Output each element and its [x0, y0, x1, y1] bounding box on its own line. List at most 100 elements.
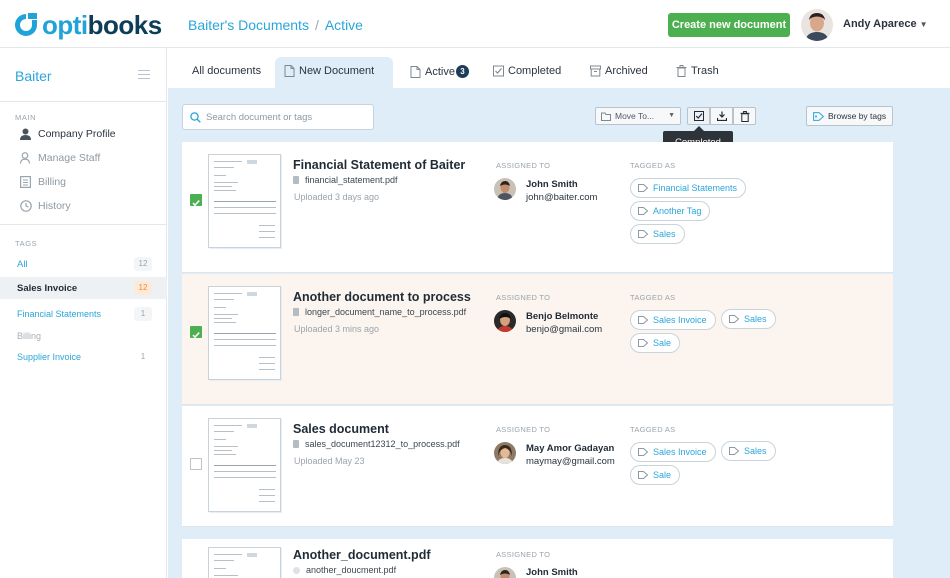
breadcrumb-root[interactable]: Baiter's Documents [188, 17, 309, 33]
sidebar-tag-all[interactable]: All 12 [0, 253, 167, 275]
user-icon [19, 127, 32, 140]
document-title[interactable]: Another document to process [293, 290, 471, 304]
assignee-email: john@baiter.com [526, 192, 598, 203]
document-tag[interactable]: Sale [630, 465, 681, 485]
check-square-icon [693, 111, 704, 121]
assignee-avatar [494, 567, 516, 578]
document-thumbnail[interactable] [208, 154, 281, 248]
tab-label: Completed [508, 65, 562, 77]
sidebar-tag-supplier-invoice[interactable]: Supplier Invoice 1 [0, 346, 167, 368]
assigned-to-header: ASSIGNED TO [496, 161, 551, 170]
user-menu[interactable]: Andy Aparece ▼ [843, 18, 927, 30]
filename-text: longer_document_name_to_process.pdf [305, 307, 467, 317]
caret-down-icon: ▼ [919, 20, 928, 29]
sidebar-tag-financial-statements[interactable]: Financial Statements 1 [0, 303, 167, 325]
document-list-panel: Search document or tags Move To... ▼ Com… [168, 88, 950, 578]
document-tag[interactable]: Sales [721, 441, 776, 461]
trash-icon [676, 65, 687, 77]
delete-button[interactable] [733, 107, 756, 125]
sidebar-item-company-profile[interactable]: Company Profile [19, 127, 116, 140]
document-thumbnail[interactable] [208, 286, 281, 380]
sidebar-item-manage-staff[interactable]: Manage Staff [19, 151, 100, 164]
breadcrumb-separator: / [314, 17, 319, 33]
document-tag[interactable]: Sales Invoice [630, 310, 716, 330]
upload-time: Uploaded 3 mins ago [294, 324, 380, 334]
search-placeholder: Search document or tags [206, 111, 313, 123]
sidebar-tag-count: 12 [134, 257, 152, 271]
tag-label: Another Tag [653, 206, 702, 216]
document-title[interactable]: Financial Statement of Baiter [293, 158, 465, 172]
file-icon [410, 65, 421, 78]
sidebar-section-main: MAIN [15, 113, 37, 122]
document-row[interactable]: Another_document.pdf another_doucment.pd… [182, 539, 893, 578]
check-square-icon [493, 65, 504, 77]
document-row[interactable]: Sales document sales_document12312_to_pr… [182, 406, 893, 527]
upload-time: Uploaded 3 days ago [294, 192, 380, 202]
logo-text: optibooks [42, 9, 162, 40]
tab-trash[interactable]: Trash [676, 65, 719, 77]
tag-label: Financial Statements [653, 183, 738, 193]
document-tag[interactable]: Another Tag [630, 201, 711, 221]
move-to-dropdown[interactable]: Move To... ▼ [595, 107, 681, 125]
assignee-name: Benjo Belmonte [526, 311, 599, 322]
document-tag[interactable]: Financial Statements [630, 178, 747, 198]
download-icon [716, 111, 727, 121]
file-icon [293, 308, 299, 316]
document-tabs: All documents New Document Active 3 Comp… [168, 48, 950, 88]
breadcrumb: Baiter's Documents / Active [188, 17, 363, 33]
user-avatar[interactable] [801, 9, 833, 41]
staff-icon [19, 151, 32, 164]
document-thumbnail[interactable] [208, 418, 281, 512]
file-icon [284, 65, 295, 77]
document-tag[interactable]: Sales Invoice [630, 442, 716, 462]
document-checkbox[interactable] [190, 194, 202, 207]
assignee-email: benjo@gmail.com [526, 324, 603, 335]
sidebar-tag-sales-invoice[interactable]: Sales Invoice 12 [0, 277, 167, 299]
tagged-as-header: TAGGED AS [630, 161, 676, 170]
archive-icon [590, 65, 601, 77]
sidebar-item-billing[interactable]: Billing [19, 175, 66, 188]
create-document-button[interactable]: Create new document [668, 13, 790, 37]
document-tag[interactable]: Sales [721, 309, 776, 329]
assignee-avatar [494, 178, 516, 200]
file-icon [293, 176, 299, 184]
tag-label: Sales Invoice [653, 447, 707, 457]
document-title[interactable]: Another_document.pdf [293, 548, 431, 562]
tag-icon [638, 448, 648, 456]
sidebar-tag-billing[interactable]: Billing [0, 325, 167, 347]
search-input[interactable]: Search document or tags [182, 104, 374, 130]
document-row[interactable]: Another document to process longer_docum… [182, 274, 893, 405]
tab-new-document[interactable]: New Document [284, 65, 374, 77]
document-tag[interactable]: Sales [630, 224, 685, 244]
document-thumbnail[interactable] [208, 547, 281, 578]
assignee-avatar [494, 310, 516, 332]
browse-by-tags-button[interactable]: Browse by tags [806, 106, 893, 126]
tag-label: Sale [653, 470, 672, 480]
tab-all-documents[interactable]: All documents [192, 65, 261, 77]
user-name: Andy Aparece [843, 18, 917, 30]
file-icon [293, 566, 300, 574]
document-tag[interactable]: Sale [630, 333, 681, 353]
tab-completed[interactable]: Completed [493, 65, 561, 77]
assignee-name: May Amor Gadayan [526, 443, 615, 454]
document-checkbox[interactable] [190, 326, 202, 339]
tab-archived[interactable]: Archived [590, 65, 648, 77]
document-filename: longer_document_name_to_process.pdf [293, 307, 466, 317]
document-row[interactable]: Financial Statement of Baiter financial_… [182, 142, 893, 273]
assignee-avatar [494, 442, 516, 464]
breadcrumb-current[interactable]: Active [325, 17, 363, 33]
sidebar-tag-label: Sales Invoice [17, 282, 78, 294]
sidebar-item-history[interactable]: History [19, 199, 71, 212]
optibooks-logo[interactable]: optibooks [14, 10, 162, 40]
document-checkbox[interactable] [190, 458, 202, 470]
filename-text: financial_statement.pdf [305, 175, 398, 185]
tab-active[interactable]: Active 3 [410, 65, 469, 78]
hamburger-menu-icon[interactable] [138, 70, 150, 82]
mark-completed-button[interactable] [687, 107, 710, 125]
tag-icon [638, 230, 648, 238]
tag-label: Sales Invoice [653, 315, 707, 325]
document-title[interactable]: Sales document [293, 422, 389, 436]
search-icon [190, 111, 201, 123]
tag-icon [638, 339, 648, 347]
download-button[interactable] [710, 107, 733, 125]
